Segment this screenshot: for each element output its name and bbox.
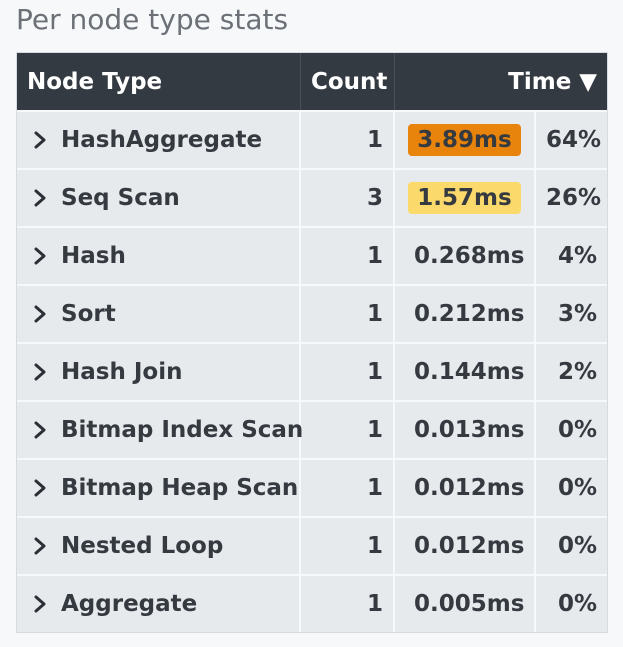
chevron-right-icon[interactable] [33,130,55,150]
time-cell: 0.144ms [395,342,536,400]
table-header-row: Node Type Count Time ▼ [17,53,607,110]
count-cell: 3 [301,168,395,226]
node-type-label: Aggregate [61,591,198,618]
percent-cell: 3% [536,284,607,342]
count-cell: 1 [301,516,395,574]
percent-cell: 0% [536,574,607,632]
percent-cell: 64% [536,110,607,168]
node-type-stats-table: Node Type Count Time ▼ HashAggregate 1 3.8… [16,52,608,633]
node-type-cell: Hash Join [17,342,301,400]
time-value: 0.013ms [414,417,525,443]
table-row[interactable]: Bitmap Index Scan 1 0.013ms 0% [17,400,607,458]
chevron-right-icon[interactable] [33,478,55,498]
count-cell: 1 [301,400,395,458]
table-row[interactable]: Hash 1 0.268ms 4% [17,226,607,284]
time-cell: 0.012ms [395,516,536,574]
percent-cell: 4% [536,226,607,284]
count-cell: 1 [301,458,395,516]
node-type-cell: Seq Scan [17,168,301,226]
time-value: 0.212ms [414,301,525,327]
table-row[interactable]: HashAggregate 1 3.89ms 64% [17,110,607,168]
time-value: 1.57ms [408,182,521,214]
percent-cell: 2% [536,342,607,400]
node-type-cell: HashAggregate [17,110,301,168]
node-type-label: Bitmap Index Scan [61,417,304,444]
time-value: 3.89ms [408,124,521,156]
time-value: 0.005ms [414,591,525,617]
percent-cell: 0% [536,516,607,574]
table-row[interactable]: Hash Join 1 0.144ms 2% [17,342,607,400]
time-cell: 0.005ms [395,574,536,632]
node-type-label: HashAggregate [61,127,263,154]
node-type-cell: Bitmap Heap Scan [17,458,301,516]
table-row[interactable]: Sort 1 0.212ms 3% [17,284,607,342]
column-header-node-type[interactable]: Node Type [17,53,301,110]
chevron-right-icon[interactable] [33,246,55,266]
chevron-right-icon[interactable] [33,362,55,382]
time-cell: 1.57ms [395,168,536,226]
chevron-right-icon[interactable] [33,594,55,614]
node-type-cell: Aggregate [17,574,301,632]
table-row[interactable]: Nested Loop 1 0.012ms 0% [17,516,607,574]
node-type-cell: Nested Loop [17,516,301,574]
time-cell: 0.013ms [395,400,536,458]
time-cell: 0.268ms [395,226,536,284]
table-row[interactable]: Bitmap Heap Scan 1 0.012ms 0% [17,458,607,516]
count-cell: 1 [301,574,395,632]
node-type-label: Seq Scan [61,185,180,212]
chevron-right-icon[interactable] [33,188,55,208]
count-cell: 1 [301,226,395,284]
time-value: 0.012ms [414,475,525,501]
node-type-label: Nested Loop [61,533,224,560]
count-cell: 1 [301,284,395,342]
node-type-label: Sort [61,301,116,328]
table-row[interactable]: Seq Scan 3 1.57ms 26% [17,168,607,226]
chevron-right-icon[interactable] [33,304,55,324]
node-type-label: Hash Join [61,359,183,386]
time-value: 0.268ms [414,243,525,269]
node-type-cell: Sort [17,284,301,342]
node-type-cell: Hash [17,226,301,284]
percent-cell: 0% [536,458,607,516]
count-cell: 1 [301,342,395,400]
page-title: Per node type stats [16,3,289,36]
node-type-cell: Bitmap Index Scan [17,400,304,458]
column-header-count[interactable]: Count [301,53,395,110]
time-value: 0.012ms [414,533,525,559]
node-type-label: Bitmap Heap Scan [61,475,299,502]
percent-cell: 26% [536,168,607,226]
time-value: 0.144ms [414,359,525,385]
count-cell: 1 [301,110,395,168]
node-type-label: Hash [61,243,126,270]
time-cell: 0.012ms [395,458,536,516]
chevron-right-icon[interactable] [33,536,55,556]
time-cell: 0.212ms [395,284,536,342]
column-header-time[interactable]: Time ▼ [395,53,607,110]
time-cell: 3.89ms [395,110,536,168]
chevron-right-icon[interactable] [33,420,55,440]
table-row[interactable]: Aggregate 1 0.005ms 0% [17,574,607,632]
percent-cell: 0% [536,400,607,458]
